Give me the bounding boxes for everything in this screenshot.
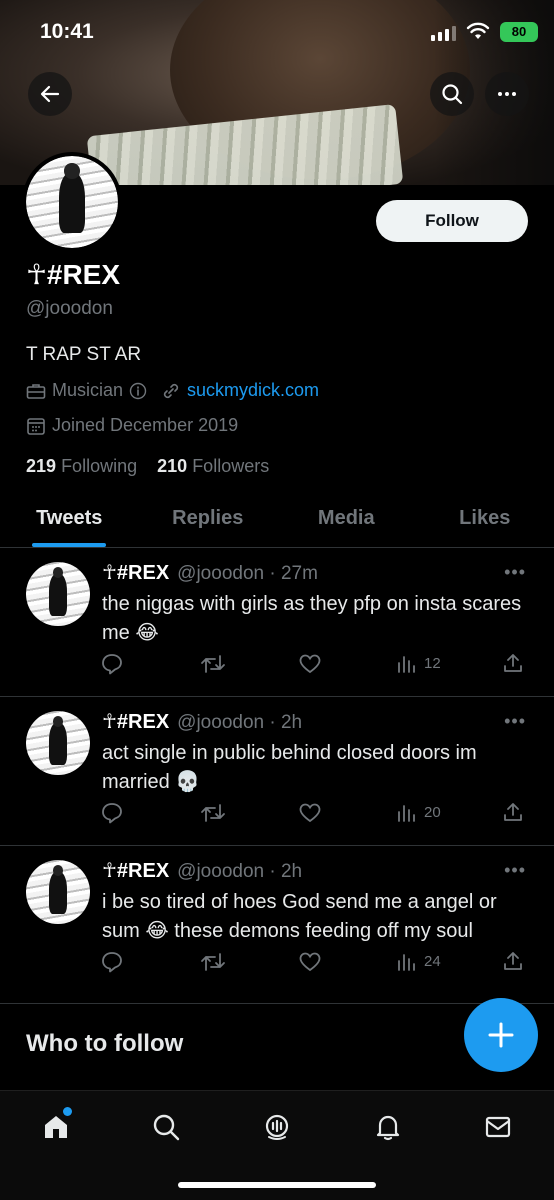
views-icon[interactable]: 12: [396, 652, 441, 674]
tab-tweets[interactable]: Tweets: [0, 490, 139, 547]
tweet-avatar[interactable]: [26, 562, 90, 626]
spaces-icon: [265, 1114, 289, 1140]
tweet-meta: @jooodon · 2h: [177, 861, 303, 882]
battery-icon: 80: [500, 22, 538, 42]
status-bar: 10:41 80: [0, 0, 554, 60]
nav-messages[interactable]: [476, 1105, 520, 1149]
link-icon: [163, 383, 179, 398]
profile-name: ☥#REX: [26, 259, 121, 290]
reply-icon[interactable]: [100, 950, 124, 974]
tweet-more-icon[interactable]: •••: [504, 711, 526, 732]
retweet-icon[interactable]: [200, 950, 226, 974]
status-time: 10:41: [40, 20, 94, 43]
tab-media[interactable]: Media: [277, 490, 416, 547]
follow-counts: 219 Following 210 Followers: [26, 456, 269, 477]
tweet-actions: 12: [100, 652, 530, 678]
profile-tabs: Tweets Replies Media Likes: [0, 490, 554, 548]
signal-icon: [431, 26, 456, 41]
profile-category: Musician: [52, 380, 124, 400]
tweet[interactable]: ☥#REX @jooodon · 2h ••• act single in pu…: [0, 697, 554, 846]
reply-icon[interactable]: [100, 652, 124, 676]
views-icon[interactable]: 20: [396, 801, 441, 823]
nav-search[interactable]: [144, 1105, 188, 1149]
profile-joined: Joined December 2019: [52, 415, 239, 435]
back-button[interactable]: [28, 72, 72, 116]
info-icon[interactable]: [129, 382, 147, 400]
wifi-icon: [466, 22, 490, 39]
views-icon[interactable]: 24: [396, 950, 441, 972]
tweet-actions: 20: [100, 801, 530, 827]
more-icon: [498, 92, 516, 96]
tab-replies[interactable]: Replies: [139, 490, 278, 547]
tweet[interactable]: ☥#REX @jooodon · 27m ••• the niggas with…: [0, 548, 554, 697]
retweet-icon[interactable]: [200, 801, 226, 825]
share-icon[interactable]: [502, 801, 524, 823]
following-link[interactable]: 219 Following: [26, 456, 137, 476]
tweet-more-icon[interactable]: •••: [504, 860, 526, 881]
tweet-views-count: 20: [424, 803, 441, 821]
profile-meta-row: Musician suckmydick.com: [26, 380, 319, 401]
tweet-author-name: ☥#REX: [102, 860, 170, 882]
like-icon[interactable]: [298, 652, 322, 676]
profile-website-link[interactable]: suckmydick.com: [187, 380, 319, 401]
calendar-icon: [27, 417, 45, 435]
nav-home[interactable]: [34, 1105, 78, 1149]
followers-link[interactable]: 210 Followers: [157, 456, 269, 476]
more-options-button[interactable]: [485, 72, 529, 116]
tab-likes[interactable]: Likes: [416, 490, 554, 547]
tweet-avatar[interactable]: [26, 860, 90, 924]
tweet-text: act single in public behind closed doors…: [102, 742, 477, 793]
tweet-views-count: 24: [424, 952, 441, 970]
tweet-author-name: ☥#REX: [102, 711, 170, 733]
tweet-text: the niggas with girls as they pfp on ins…: [102, 593, 522, 644]
tweet-more-icon[interactable]: •••: [504, 562, 526, 583]
share-icon[interactable]: [502, 950, 524, 972]
tweet-views-count: 12: [424, 654, 441, 672]
like-icon[interactable]: [298, 950, 322, 974]
tweet[interactable]: ☥#REX @jooodon · 2h ••• i be so tired of…: [0, 846, 554, 1004]
tweet-actions: 24: [100, 950, 530, 976]
like-icon[interactable]: [298, 801, 322, 825]
share-icon[interactable]: [502, 652, 524, 674]
retweet-icon[interactable]: [200, 652, 226, 676]
plus-icon: [488, 1022, 514, 1048]
who-to-follow-heading: Who to follow: [26, 1030, 184, 1057]
compose-tweet-button[interactable]: [464, 998, 538, 1072]
search-icon: [153, 1114, 180, 1141]
follow-button[interactable]: Follow: [376, 200, 528, 242]
notification-dot: [63, 1107, 72, 1116]
nav-notifications[interactable]: [366, 1105, 410, 1149]
bell-icon: [376, 1115, 400, 1141]
tweet-meta: @jooodon · 27m: [177, 563, 318, 584]
profile-avatar[interactable]: [22, 152, 122, 252]
search-icon: [442, 84, 463, 105]
home-icon: [45, 1116, 67, 1138]
arrow-left-icon: [40, 85, 60, 103]
tweet-author-name: ☥#REX: [102, 562, 170, 584]
home-indicator: [178, 1182, 376, 1188]
tweet-text: i be so tired of hoes God send me a ange…: [102, 891, 497, 942]
profile-bio: T RAP ST AR: [26, 344, 142, 365]
search-button[interactable]: [430, 72, 474, 116]
mail-icon: [485, 1116, 511, 1138]
nav-spaces[interactable]: [255, 1105, 299, 1149]
tweet-avatar[interactable]: [26, 711, 90, 775]
profile-handle: @jooodon: [26, 298, 113, 319]
briefcase-icon: [26, 383, 46, 399]
tweet-meta: @jooodon · 2h: [177, 712, 303, 733]
reply-icon[interactable]: [100, 801, 124, 825]
profile-joined-row: Joined December 2019: [26, 415, 238, 436]
